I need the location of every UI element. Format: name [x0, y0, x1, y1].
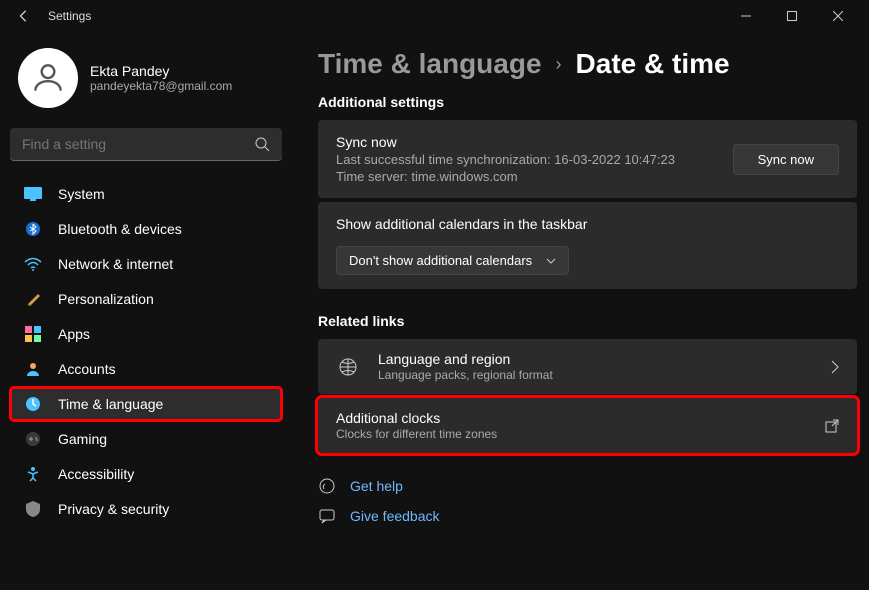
minimize-button[interactable] — [723, 0, 769, 32]
sidebar-item-accounts[interactable]: Accounts — [10, 352, 282, 386]
sidebar-item-label: Privacy & security — [58, 501, 169, 517]
search-icon — [254, 136, 270, 152]
get-help-link[interactable]: Get help — [318, 471, 857, 501]
language-region-sub: Language packs, regional format — [378, 368, 831, 382]
give-feedback-text[interactable]: Give feedback — [350, 508, 440, 524]
avatar — [18, 48, 78, 108]
calendar-dropdown[interactable]: Don't show additional calendars — [336, 246, 569, 275]
maximize-icon — [787, 11, 797, 21]
language-region-card[interactable]: Language and region Language packs, regi… — [318, 339, 857, 394]
profile-block[interactable]: Ekta Pandey pandeyekta78@gmail.com — [10, 40, 290, 116]
sidebar-item-label: Time & language — [58, 396, 163, 412]
chevron-down-icon — [546, 258, 556, 264]
sidebar-item-label: Personalization — [58, 291, 154, 307]
external-link-icon — [825, 419, 839, 433]
sidebar-item-bluetooth[interactable]: Bluetooth & devices — [10, 212, 282, 246]
apps-icon — [25, 326, 41, 342]
additional-settings-heading: Additional settings — [318, 94, 857, 110]
sidebar-item-label: Accounts — [58, 361, 116, 377]
close-button[interactable] — [815, 0, 861, 32]
profile-name: Ekta Pandey — [90, 63, 232, 79]
calendar-label: Show additional calendars in the taskbar — [336, 216, 839, 232]
sidebar-item-system[interactable]: System — [10, 177, 282, 211]
minimize-icon — [741, 11, 751, 21]
feedback-icon — [318, 507, 336, 525]
help-icon — [318, 477, 336, 495]
accounts-icon — [25, 361, 41, 377]
additional-clocks-title: Additional clocks — [336, 410, 825, 426]
give-feedback-link[interactable]: Give feedback — [318, 501, 857, 531]
shield-icon — [26, 501, 40, 517]
accessibility-icon — [25, 466, 41, 482]
sync-title: Sync now — [336, 134, 675, 150]
sidebar-item-label: Accessibility — [58, 466, 134, 482]
sidebar-item-label: Apps — [58, 326, 90, 342]
sidebar-item-gaming[interactable]: Gaming — [10, 422, 282, 456]
profile-email: pandeyekta78@gmail.com — [90, 79, 232, 93]
related-links-heading: Related links — [318, 313, 857, 329]
sidebar-item-network[interactable]: Network & internet — [10, 247, 282, 281]
bluetooth-icon — [26, 221, 40, 237]
brush-icon — [25, 291, 41, 307]
person-icon — [29, 59, 67, 97]
sidebar: Ekta Pandey pandeyekta78@gmail.com Syste… — [0, 32, 290, 590]
maximize-button[interactable] — [769, 0, 815, 32]
breadcrumb-parent[interactable]: Time & language — [318, 48, 542, 80]
main-content: Time & language › Date & time Additional… — [290, 32, 869, 590]
sidebar-item-label: Gaming — [58, 431, 107, 447]
breadcrumb: Time & language › Date & time — [318, 48, 857, 80]
sidebar-item-accessibility[interactable]: Accessibility — [10, 457, 282, 491]
sidebar-item-privacy[interactable]: Privacy & security — [10, 492, 282, 526]
close-icon — [833, 11, 843, 21]
get-help-text[interactable]: Get help — [350, 478, 403, 494]
clock-globe-icon — [25, 396, 41, 412]
sync-last: Last successful time synchronization: 16… — [336, 152, 675, 167]
sync-server: Time server: time.windows.com — [336, 169, 675, 184]
chevron-right-icon: › — [556, 54, 562, 75]
arrow-left-icon — [17, 9, 31, 23]
calendar-card: Show additional calendars in the taskbar… — [318, 202, 857, 289]
additional-clocks-card[interactable]: Additional clocks Clocks for different t… — [318, 398, 857, 453]
sync-card: Sync now Last successful time synchroniz… — [318, 120, 857, 198]
search-input[interactable] — [22, 136, 254, 152]
calendar-selected: Don't show additional calendars — [349, 253, 532, 268]
globe-icon — [338, 357, 358, 377]
search-box[interactable] — [10, 128, 282, 161]
monitor-icon — [24, 187, 42, 201]
chevron-right-icon — [831, 360, 839, 374]
back-button[interactable] — [8, 0, 40, 32]
additional-clocks-sub: Clocks for different time zones — [336, 427, 825, 441]
sidebar-item-label: System — [58, 186, 105, 202]
language-region-title: Language and region — [378, 351, 831, 367]
sidebar-item-label: Network & internet — [58, 256, 173, 272]
window-title: Settings — [48, 9, 91, 23]
sidebar-item-label: Bluetooth & devices — [58, 221, 182, 237]
sync-now-button[interactable]: Sync now — [733, 144, 839, 175]
gaming-icon — [24, 432, 42, 446]
sidebar-item-apps[interactable]: Apps — [10, 317, 282, 351]
sidebar-item-personalization[interactable]: Personalization — [10, 282, 282, 316]
breadcrumb-current: Date & time — [576, 48, 730, 80]
wifi-icon — [24, 257, 42, 271]
sidebar-item-time-language[interactable]: Time & language — [10, 387, 282, 421]
